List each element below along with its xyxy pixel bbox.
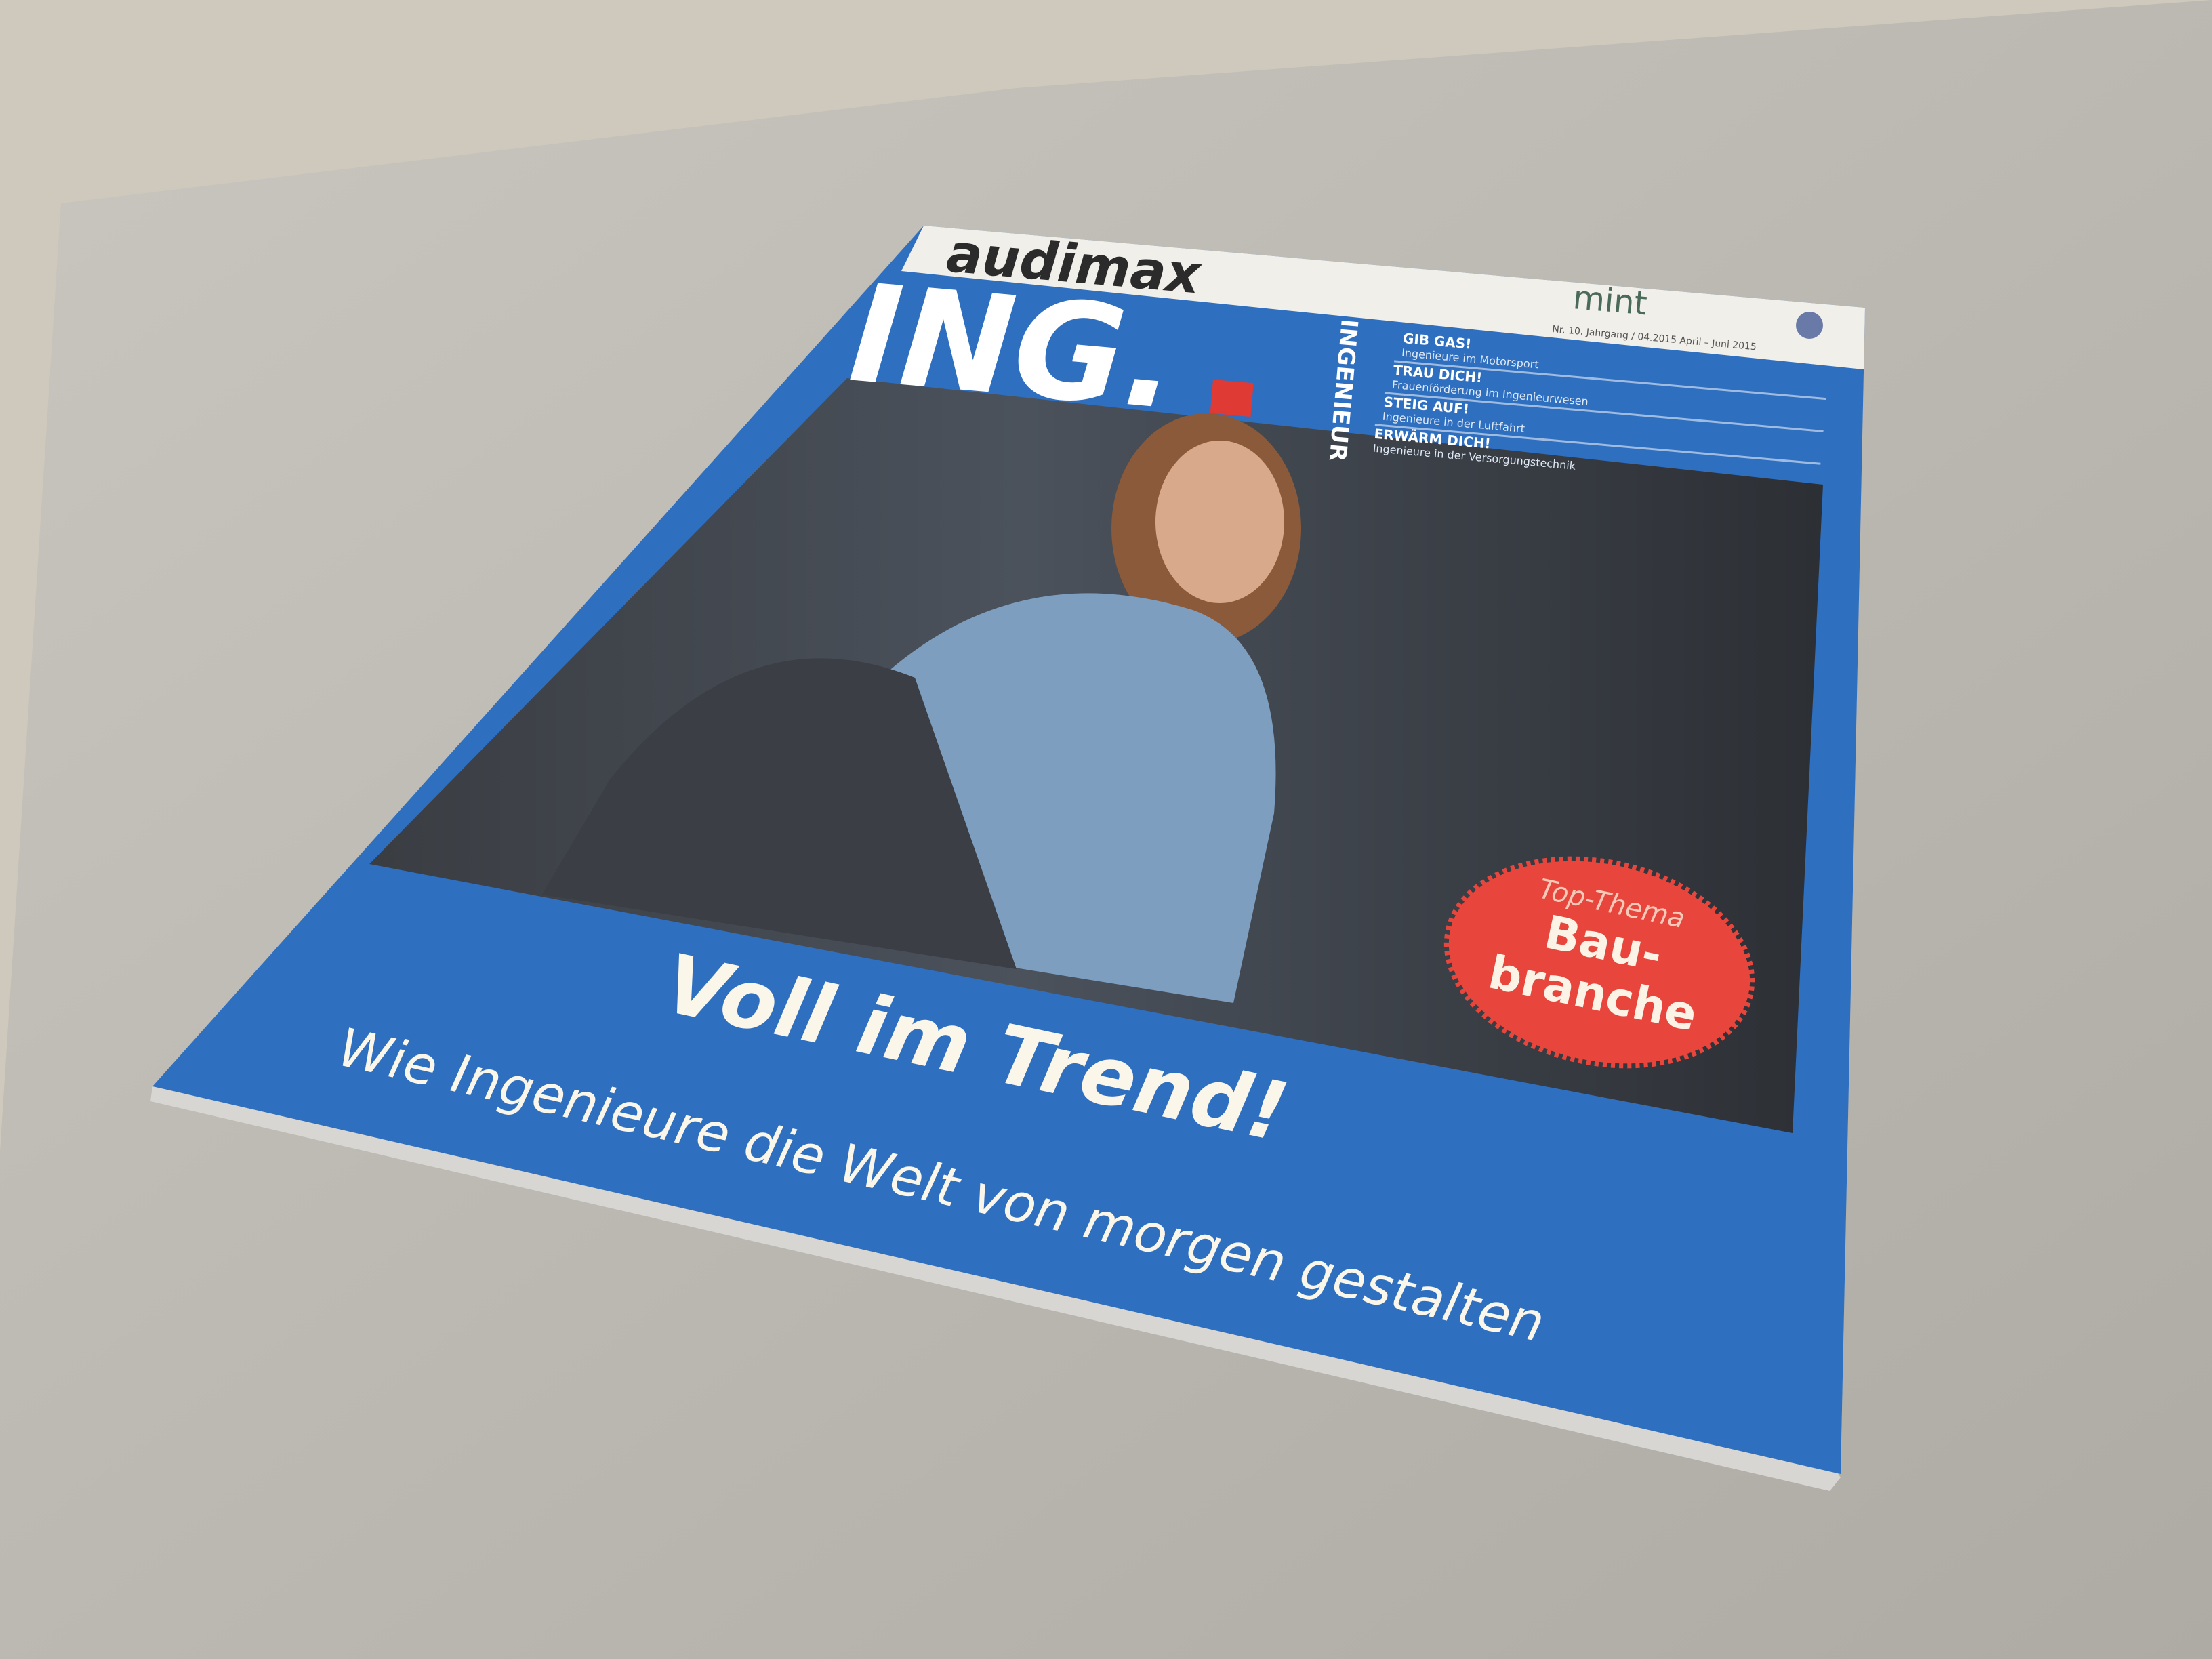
person-face [1155, 441, 1284, 603]
seal-icon [1796, 312, 1823, 339]
title-red-square [1210, 380, 1254, 417]
partner-logo: mint [1572, 279, 1649, 323]
photo-scene: audimax ING. INGENIEUR mint Nr. 10. Jahr… [0, 0, 2212, 1659]
magazine-title: ING. [844, 255, 1183, 441]
